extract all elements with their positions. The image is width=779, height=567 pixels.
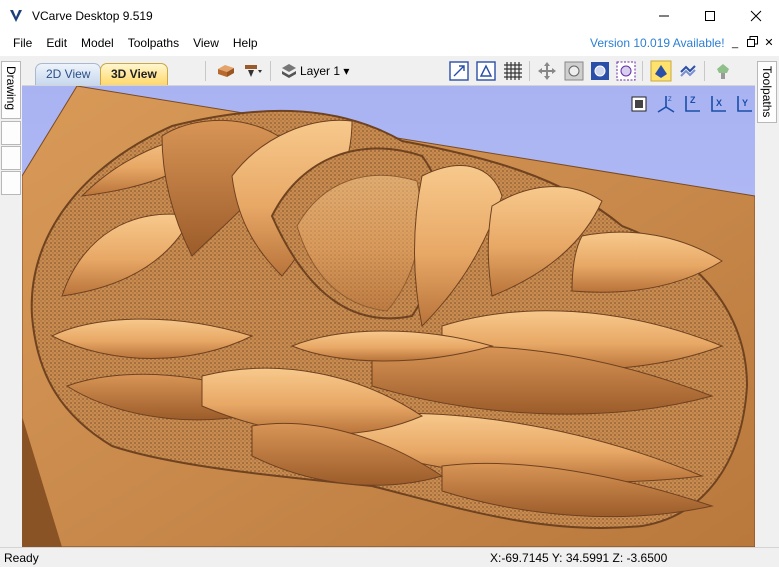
cursor-coordinates: X:-69.7145 Y: 34.5991 Z: -3.6500	[490, 551, 668, 565]
show-bounds-icon[interactable]	[475, 60, 497, 82]
mdi-restore-button[interactable]	[746, 36, 758, 50]
view-orientation-toolbar: Z Z X Y	[628, 93, 755, 115]
toolbar-separator	[270, 61, 271, 81]
svg-text:Y: Y	[742, 98, 748, 108]
close-icon	[750, 10, 762, 21]
menu-toolpaths[interactable]: Toolpaths	[121, 31, 186, 56]
zoom-fit-icon[interactable]	[589, 60, 611, 82]
mdi-minimize-button[interactable]: _	[729, 36, 741, 50]
tab-2d-view[interactable]: 2D View	[35, 63, 102, 85]
toolbar-separator	[205, 61, 206, 81]
tool-color-icon[interactable]	[242, 60, 264, 82]
toolbar-separator	[529, 61, 530, 81]
x-view-icon[interactable]: Y	[732, 93, 755, 115]
menu-edit[interactable]: Edit	[39, 31, 74, 56]
minimize-button[interactable]	[641, 0, 687, 31]
svg-text:X: X	[716, 98, 722, 108]
maximize-icon	[705, 10, 715, 21]
layer-stack-icon[interactable]	[278, 60, 300, 82]
title-bar: VCarve Desktop 9.519	[0, 0, 779, 31]
svg-text:Z: Z	[668, 97, 672, 103]
zoom-selection-icon[interactable]	[615, 60, 637, 82]
menu-model[interactable]: Model	[74, 31, 121, 56]
minimize-icon	[659, 15, 669, 16]
left-tab-blank-3[interactable]	[1, 171, 21, 195]
left-tab-blank-1[interactable]	[1, 121, 21, 145]
menu-help[interactable]: Help	[226, 31, 265, 56]
menu-view[interactable]: View	[186, 31, 226, 56]
maximize-button[interactable]	[687, 0, 733, 31]
layer-dropdown[interactable]: Layer 1 ▾	[300, 57, 349, 85]
zoom-box-icon[interactable]	[563, 60, 585, 82]
close-button[interactable]	[733, 0, 779, 31]
pan-icon[interactable]	[536, 60, 558, 82]
svg-text:Z: Z	[690, 95, 696, 105]
status-bar: Ready X:-69.7145 Y: 34.5991 Z: -3.6500	[0, 547, 779, 567]
version-available-link[interactable]: Version 10.019 Available!	[590, 31, 725, 56]
right-panel-rail: Toolpaths	[754, 57, 779, 547]
lotus-relief-render	[22, 86, 755, 547]
menu-file[interactable]: File	[6, 31, 39, 56]
reset-preview-icon[interactable]	[712, 60, 734, 82]
mdi-close-button[interactable]: ✕	[763, 36, 775, 50]
menu-bar: File Edit Model Toolpaths View Help Vers…	[0, 31, 779, 56]
grid-icon[interactable]	[502, 60, 524, 82]
tab-3d-view[interactable]: 3D View	[100, 63, 168, 85]
render-material-icon[interactable]	[677, 60, 699, 82]
render-toolpath-icon[interactable]	[650, 60, 672, 82]
zoom-extents-icon[interactable]	[448, 60, 470, 82]
3d-viewport[interactable]: Z Z X Y	[22, 86, 755, 547]
z-view-icon[interactable]: X	[706, 93, 730, 115]
left-panel-rail: Drawing	[0, 57, 22, 547]
left-tab-blank-2[interactable]	[1, 146, 21, 170]
vcarve-logo-icon	[10, 9, 22, 22]
toolbar-separator	[704, 61, 705, 81]
front-view-icon[interactable]: Z	[680, 93, 704, 115]
iso-view-icon[interactable]	[628, 93, 652, 115]
toolpaths-tab[interactable]: Toolpaths	[757, 61, 777, 123]
toolbar-separator	[642, 61, 643, 81]
drawing-tab[interactable]: Drawing	[1, 61, 21, 119]
material-icon[interactable]	[215, 60, 237, 82]
view-toolbar: 2D View 3D View Layer 1 ▾	[22, 57, 755, 86]
restore-icon	[746, 36, 758, 47]
status-text: Ready	[4, 551, 39, 565]
top-view-icon[interactable]: Z	[654, 93, 678, 115]
window-title: VCarve Desktop 9.519	[32, 8, 153, 23]
